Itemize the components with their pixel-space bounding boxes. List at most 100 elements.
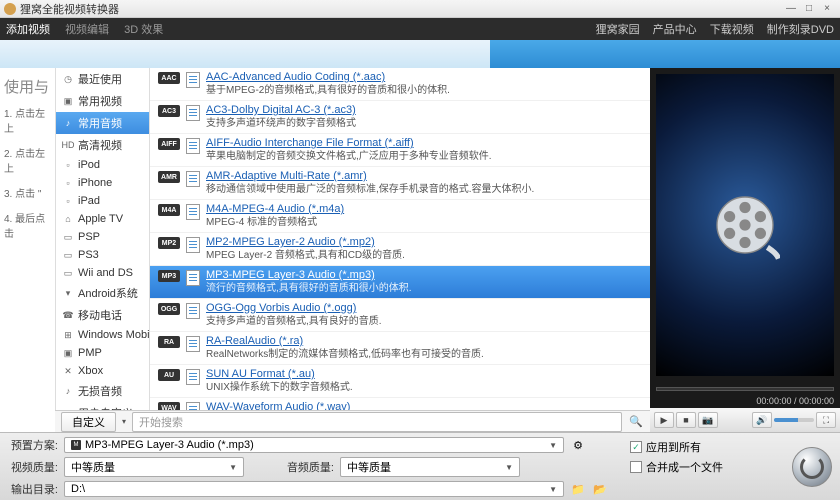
video-quality-dropdown[interactable]: 中等质量▼ (64, 457, 244, 477)
tb-dvd[interactable]: 制作刻录DVD (767, 24, 834, 36)
search-input[interactable]: 开始搜索 (132, 412, 622, 432)
volume-slider[interactable] (774, 418, 814, 422)
minimize-button[interactable]: — (782, 3, 800, 14)
category-item[interactable]: HD高清视频 (56, 134, 149, 156)
format-desc: MPEG-4 标准的音频格式 (206, 216, 344, 229)
output-dir-label: 输出目录: (8, 481, 58, 497)
category-icon: ♪ (62, 385, 74, 397)
category-label: Xbox (78, 365, 103, 377)
category-item[interactable]: ▫iPhone (56, 174, 149, 192)
wizard-panel: 使用与 1. 点击左上 2. 点击左上 3. 点击 " 4. 最后点击 (0, 68, 55, 432)
category-item[interactable]: ⊞Windows Mobile (56, 326, 149, 344)
format-item[interactable]: M4AM4A-MPEG-4 Audio (*.m4a)MPEG-4 标准的音频格… (150, 200, 650, 233)
format-name: WAV-Waveform Audio (*.wav) (206, 401, 475, 410)
category-item[interactable]: ⌂Apple TV (56, 210, 149, 228)
snapshot-button[interactable]: 📷 (698, 412, 718, 428)
document-icon (186, 171, 200, 187)
tb-products[interactable]: 产品中心 (653, 24, 697, 36)
preview-canvas (656, 74, 834, 376)
format-desc: 移动通信领域中使用最广泛的音频标准,保存手机录音的格式.容量大体积小. (206, 183, 534, 196)
apply-all-checkbox[interactable]: ✓应用到所有 (630, 439, 780, 455)
format-item[interactable]: MP3MP3-MPEG Layer-3 Audio (*.mp3)流行的音频格式… (150, 266, 650, 299)
convert-button[interactable] (792, 447, 832, 487)
format-name: AIFF-Audio Interchange File Format (*.ai… (206, 137, 492, 150)
format-item[interactable]: AUSUN AU Format (*.au)UNIX操作系统下的数字音频格式. (150, 365, 650, 398)
category-label: 常用视频 (78, 93, 122, 109)
format-item[interactable]: AC3AC3-Dolby Digital AC-3 (*.ac3)支持多声道环绕… (150, 101, 650, 134)
titlebar: 狸窝全能视频转换器 — □ × (0, 0, 840, 18)
tb-edit-video[interactable]: 视频编辑 (65, 24, 109, 36)
category-label: PSP (78, 231, 100, 243)
format-item[interactable]: RARA-RealAudio (*.ra)RealNetworks制定的流媒体音… (150, 332, 650, 365)
category-item[interactable]: ▭ PSP (56, 228, 149, 246)
format-list[interactable]: AACAAC-Advanced Audio Coding (*.aac)基于MP… (150, 68, 650, 410)
category-item[interactable]: ▫iPad (56, 192, 149, 210)
category-item[interactable]: ▫iPod (56, 156, 149, 174)
format-badge: AU (158, 369, 180, 381)
audio-quality-label: 音频质量: (284, 459, 334, 475)
document-icon (186, 270, 200, 286)
category-icon: ▫ (62, 195, 74, 207)
tb-download[interactable]: 下载视频 (710, 24, 754, 36)
format-name: RA-RealAudio (*.ra) (206, 335, 484, 348)
output-dir-field[interactable]: D:\▼ (64, 481, 564, 497)
format-badge: AC3 (158, 105, 180, 117)
category-item[interactable]: ▣PMP (56, 344, 149, 362)
fullscreen-button[interactable]: ⛶ (816, 412, 836, 428)
category-item[interactable]: ▭PS3 (56, 246, 149, 264)
category-item[interactable]: ✕Xbox (56, 362, 149, 380)
category-label: 高清视频 (78, 137, 122, 153)
format-item[interactable]: AACAAC-Advanced Audio Coding (*.aac)基于MP… (150, 68, 650, 101)
format-item[interactable]: AIFF AIFF-Audio Interchange File Format (… (150, 134, 650, 167)
chevron-down-icon: ▼ (549, 485, 557, 494)
seek-row (650, 382, 840, 396)
custom-button[interactable]: 自定义 (61, 412, 116, 432)
category-icon: ▭ (62, 231, 74, 243)
category-item[interactable]: ▣常用视频 (56, 90, 149, 112)
format-item[interactable]: OGGOGG-Ogg Vorbis Audio (*.ogg)支持多声道的音频格… (150, 299, 650, 332)
close-button[interactable]: × (818, 3, 836, 14)
category-icon: ▭ (62, 267, 74, 279)
format-badge: AMR (158, 171, 180, 183)
format-item[interactable]: AMRAMR-Adaptive Multi-Rate (*.amr)移动通信领域… (150, 167, 650, 200)
format-badge: M4A (158, 204, 180, 216)
ribbon (0, 40, 840, 68)
stop-button[interactable]: ■ (676, 412, 696, 428)
category-item[interactable]: ▾Android系统 (56, 282, 149, 304)
category-item[interactable]: ◷最近使用 (56, 68, 149, 90)
tb-home[interactable]: 狸窝家园 (596, 24, 640, 36)
chevron-down-icon: ▼ (505, 463, 513, 472)
search-icon[interactable]: 🔍 (628, 415, 644, 428)
category-list[interactable]: ◷最近使用▣常用视频♪常用音频HD高清视频▫iPod▫iPhone▫iPad⌂A… (55, 68, 150, 410)
format-desc: 苹果电脑制定的音频交换文件格式,广泛应用于多种专业音频软件. (206, 150, 492, 163)
browse-folder-icon[interactable]: 📁 (570, 483, 586, 496)
convert-icon (800, 455, 824, 479)
preset-settings-icon[interactable]: ⚙ (570, 439, 586, 452)
category-item[interactable]: ▭Wii and DS (56, 264, 149, 282)
category-item[interactable]: ♪常用音频 (56, 112, 149, 134)
custom-arrow[interactable]: ▾ (122, 417, 126, 426)
format-item[interactable]: MP2MP2-MPEG Layer-2 Audio (*.mp2)MPEG La… (150, 233, 650, 266)
document-icon (186, 72, 200, 88)
play-button[interactable]: ▶ (654, 412, 674, 428)
tb-3d[interactable]: 3D 效果 (124, 24, 163, 36)
category-item[interactable]: ☺用户自定义 (56, 402, 149, 410)
audio-quality-dropdown[interactable]: 中等质量▼ (340, 457, 520, 477)
format-badge: AIFF (158, 138, 180, 150)
document-icon (186, 369, 200, 385)
open-folder-icon[interactable]: 📂 (592, 483, 608, 496)
chevron-down-icon: ▼ (229, 463, 237, 472)
wizard-step: 1. 点击左上 (4, 105, 51, 135)
tb-add-video[interactable]: 添加视频 (6, 24, 50, 36)
volume-icon[interactable]: 🔊 (752, 412, 772, 428)
format-item[interactable]: WAVWAV-Waveform Audio (*.wav)Microsoft制定… (150, 398, 650, 410)
category-item[interactable]: ♪无损音频 (56, 380, 149, 402)
category-item[interactable]: ☎移动电话 (56, 304, 149, 326)
category-label: 常用音频 (78, 115, 122, 131)
preset-label: 预置方案: (8, 437, 58, 453)
maximize-button[interactable]: □ (800, 3, 818, 14)
merge-checkbox[interactable]: 合并成一个文件 (630, 459, 780, 475)
format-desc: 基于MPEG-2的音频格式,具有很好的音质和很小的体积. (206, 84, 450, 97)
seek-bar[interactable] (656, 387, 834, 391)
preset-dropdown[interactable]: M MP3-MPEG Layer-3 Audio (*.mp3) ▼ (64, 437, 564, 453)
